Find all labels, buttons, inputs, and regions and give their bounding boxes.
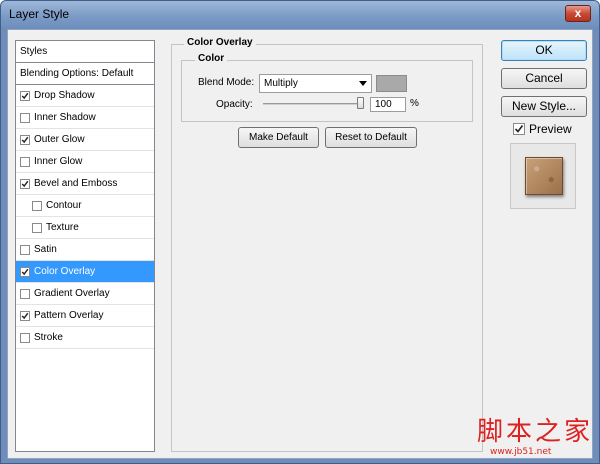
style-checkbox[interactable]: [32, 223, 42, 233]
style-item-label: Gradient Overlay: [34, 288, 110, 299]
reset-default-label: Reset to Default: [335, 132, 407, 143]
opacity-input[interactable]: 100: [370, 97, 406, 112]
opacity-slider-thumb[interactable]: [357, 97, 364, 109]
style-item-label: Stroke: [34, 332, 63, 343]
blend-mode-value: Multiply: [264, 78, 298, 89]
checkmark-icon: [514, 125, 524, 133]
ok-button[interactable]: OK: [501, 40, 587, 61]
styles-list: Styles Blending Options: Default Drop Sh…: [15, 40, 155, 452]
checkmark-icon: [21, 268, 29, 276]
blending-options-label: Blending Options: Default: [20, 68, 134, 79]
style-item-label: Color Overlay: [34, 266, 96, 277]
style-checkbox[interactable]: [20, 311, 30, 321]
opacity-label: Opacity:: [216, 99, 253, 110]
cancel-label: Cancel: [525, 71, 563, 85]
style-checkbox[interactable]: [20, 91, 30, 101]
style-item-label: Outer Glow: [34, 134, 85, 145]
make-default-button[interactable]: Make Default: [238, 127, 319, 148]
blend-mode-label: Blend Mode:: [198, 77, 255, 88]
style-item-label: Bevel and Emboss: [34, 178, 118, 189]
style-item[interactable]: Pattern Overlay: [16, 305, 154, 327]
preview-label: Preview: [529, 122, 572, 136]
style-item-label: Inner Glow: [34, 156, 83, 167]
blending-options-item[interactable]: Blending Options: Default: [16, 63, 154, 85]
styles-header-label: Styles: [20, 46, 48, 57]
opacity-unit: %: [410, 98, 419, 109]
dialog-body: Styles Blending Options: Default Drop Sh…: [7, 29, 593, 459]
style-item-label: Satin: [34, 244, 57, 255]
close-icon: x: [574, 6, 582, 20]
style-checkbox[interactable]: [20, 157, 30, 167]
style-checkbox[interactable]: [20, 179, 30, 189]
style-checkbox[interactable]: [32, 201, 42, 211]
overlay-color-swatch[interactable]: [376, 75, 407, 92]
style-checkbox[interactable]: [20, 245, 30, 255]
style-checkbox[interactable]: [20, 289, 30, 299]
preview-image: [525, 157, 563, 195]
style-item[interactable]: Stroke: [16, 327, 154, 349]
style-item-label: Drop Shadow: [34, 90, 95, 101]
style-item[interactable]: Satin: [16, 239, 154, 261]
preview-thumbnail: [510, 143, 576, 209]
checkmark-icon: [21, 180, 29, 188]
style-checkbox[interactable]: [20, 267, 30, 277]
style-item[interactable]: Gradient Overlay: [16, 283, 154, 305]
make-default-label: Make Default: [249, 132, 308, 143]
style-item[interactable]: Texture: [16, 217, 154, 239]
watermark-url: www.jb51.net: [490, 447, 552, 457]
style-item-label: Pattern Overlay: [34, 310, 104, 321]
chevron-down-icon: [359, 81, 367, 86]
style-item-label: Texture: [46, 222, 79, 233]
styles-header[interactable]: Styles: [16, 41, 154, 63]
title-bar[interactable]: Layer Style x: [1, 1, 599, 28]
layer-style-window: Layer Style x Styles Blending Options: D…: [0, 0, 600, 464]
style-checkbox[interactable]: [20, 333, 30, 343]
opacity-value: 100: [375, 99, 392, 110]
style-item[interactable]: Inner Glow: [16, 151, 154, 173]
style-item[interactable]: Inner Shadow: [16, 107, 154, 129]
blend-mode-select[interactable]: Multiply: [259, 74, 372, 93]
ok-label: OK: [535, 43, 553, 57]
preview-checkbox[interactable]: [513, 123, 525, 135]
watermark-text: 脚本之家: [477, 417, 594, 447]
style-item[interactable]: Bevel and Emboss: [16, 173, 154, 195]
style-item[interactable]: Contour: [16, 195, 154, 217]
reset-default-button[interactable]: Reset to Default: [325, 127, 417, 148]
style-checkbox[interactable]: [20, 113, 30, 123]
cancel-button[interactable]: Cancel: [501, 68, 587, 89]
section-title: Color Overlay: [184, 37, 256, 48]
style-item[interactable]: Color Overlay: [16, 261, 154, 283]
checkmark-icon: [21, 312, 29, 320]
window-title: Layer Style: [9, 7, 70, 21]
checkmark-icon: [21, 92, 29, 100]
color-group-title: Color: [195, 53, 228, 64]
opacity-slider-track[interactable]: [263, 103, 364, 105]
new-style-button[interactable]: New Style...: [501, 96, 587, 117]
close-button[interactable]: x: [565, 5, 591, 22]
style-checkbox[interactable]: [20, 135, 30, 145]
style-item-label: Contour: [46, 200, 82, 211]
style-item[interactable]: Outer Glow: [16, 129, 154, 151]
checkmark-icon: [21, 136, 29, 144]
style-item-label: Inner Shadow: [34, 112, 96, 123]
style-item[interactable]: Drop Shadow: [16, 85, 154, 107]
new-style-label: New Style...: [511, 99, 577, 113]
